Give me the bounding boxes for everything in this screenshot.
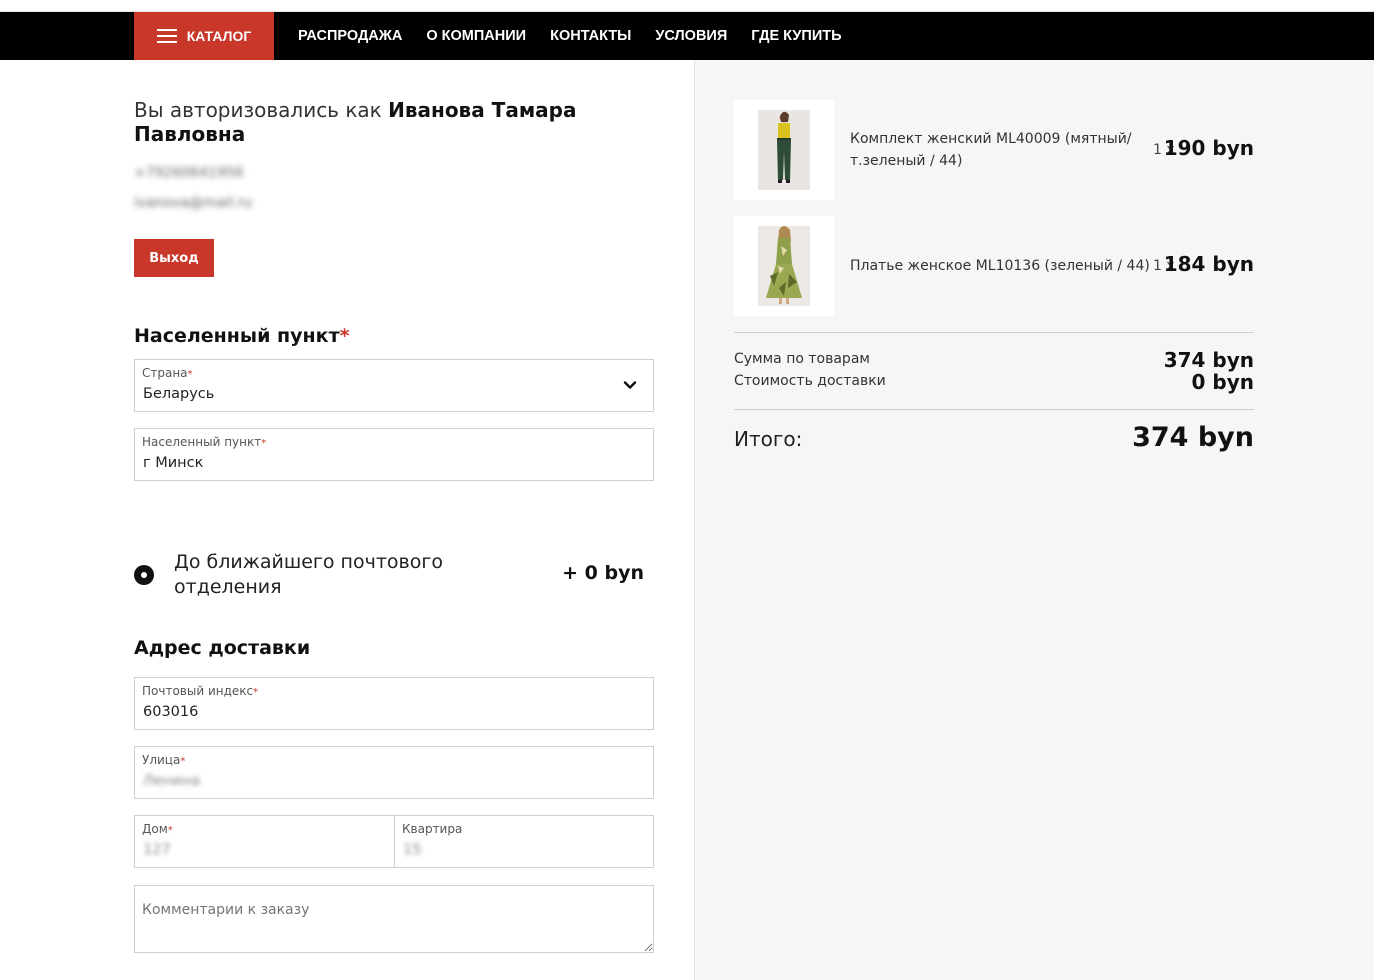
nav-links: РАСПРОДАЖА О КОМПАНИИ КОНТАКТЫ УСЛОВИЯ Г… <box>298 12 842 60</box>
street-field[interactable]: Улица* Ленина <box>134 746 654 799</box>
subtotal-value: 374 byn <box>1163 348 1254 372</box>
apartment-value: 15 <box>403 842 422 858</box>
cart-item-price: 190 byn <box>1163 136 1254 160</box>
required-mark: * <box>180 756 186 767</box>
delivery-option-price: + 0 byn <box>562 562 644 584</box>
delivery-option-label[interactable]: До ближайшего почтового отделения <box>174 550 534 600</box>
cart-item: Платье женское ML10136 (зеленый / 44) 1 … <box>734 216 1254 316</box>
nav-link-where-to-buy[interactable]: ГДЕ КУПИТЬ <box>751 28 841 44</box>
total-label: Итого: <box>734 427 803 451</box>
user-email: ivanova@mail.ru <box>134 195 253 211</box>
shipping-value: 0 byn <box>1191 370 1254 394</box>
nav-link-sale[interactable]: РАСПРОДАЖА <box>298 28 402 44</box>
user-phone: +79260641956 <box>134 165 244 181</box>
location-title-text: Населенный пункт <box>134 325 340 347</box>
postal-code-field[interactable]: Почтовый индекс* 603016 <box>134 677 654 730</box>
required-mark: * <box>253 687 259 698</box>
required-mark: * <box>187 369 193 380</box>
house-field[interactable]: Дом* 127 <box>134 815 395 868</box>
subtotal-label: Сумма по товарам <box>734 351 870 367</box>
menu-icon <box>156 29 177 43</box>
address-title: Адрес доставки <box>134 637 311 659</box>
total-value: 374 byn <box>1132 422 1254 453</box>
product-thumbnail[interactable] <box>734 216 834 316</box>
house-value: 127 <box>143 842 171 858</box>
required-mark: * <box>339 325 350 347</box>
postal-label-wrap: Почтовый индекс* <box>142 684 258 698</box>
city-label: Населенный пункт <box>142 435 262 449</box>
apartment-field[interactable]: Квартира 15 <box>394 815 654 868</box>
nav-link-contacts[interactable]: КОНТАКТЫ <box>550 28 631 44</box>
location-title: Населенный пункт* <box>134 325 350 347</box>
shipping-label: Стоимость доставки <box>734 373 886 389</box>
product-thumbnail[interactable] <box>734 100 834 200</box>
apartment-label: Квартира <box>402 822 463 836</box>
logout-button[interactable]: Выход <box>134 239 214 277</box>
country-select[interactable]: Страна* Беларусь <box>134 359 654 412</box>
divider <box>734 409 1254 410</box>
city-value: г Минск <box>143 455 204 471</box>
country-label: Страна <box>142 366 188 380</box>
cart-item-name[interactable]: Комплект женский ML40009 (мятный/т.зелен… <box>850 128 1140 172</box>
main-navbar: КАТАЛОГ РАСПРОДАЖА О КОМПАНИИ КОНТАКТЫ У… <box>0 12 1374 60</box>
cart-item: Комплект женский ML40009 (мятный/т.зелен… <box>734 100 1254 200</box>
required-mark: * <box>167 825 173 836</box>
nav-link-terms[interactable]: УСЛОВИЯ <box>655 28 727 44</box>
product-image <box>758 226 810 306</box>
required-mark: * <box>261 438 267 449</box>
chevron-down-icon <box>623 381 637 389</box>
house-label-wrap: Дом* <box>142 822 173 836</box>
country-label-wrap: Страна* <box>142 366 193 380</box>
postal-value: 603016 <box>143 704 199 720</box>
house-label: Дом <box>142 822 168 836</box>
street-label-wrap: Улица* <box>142 753 185 767</box>
city-field[interactable]: Населенный пункт* г Минск <box>134 428 654 481</box>
street-value: Ленина <box>143 773 201 789</box>
postal-label: Почтовый индекс <box>142 684 254 698</box>
divider <box>734 332 1254 333</box>
country-value: Беларусь <box>143 386 215 402</box>
delivery-radio[interactable] <box>134 565 154 585</box>
auth-info: Вы авторизовались как Иванова Тамара Пав… <box>134 98 654 146</box>
cart-item-price: 184 byn <box>1163 252 1254 276</box>
cart-item-name[interactable]: Платье женское ML10136 (зеленый / 44) <box>850 255 1150 277</box>
auth-prefix: Вы авторизовались как <box>134 98 389 122</box>
browser-top-strip <box>0 0 1374 12</box>
street-label: Улица <box>142 753 181 767</box>
catalog-label: КАТАЛОГ <box>186 28 252 44</box>
nav-link-about[interactable]: О КОМПАНИИ <box>426 28 526 44</box>
catalog-button[interactable]: КАТАЛОГ <box>134 12 274 60</box>
city-label-wrap: Населенный пункт* <box>142 435 266 449</box>
product-image <box>758 110 810 190</box>
order-comment-textarea[interactable] <box>134 885 654 953</box>
